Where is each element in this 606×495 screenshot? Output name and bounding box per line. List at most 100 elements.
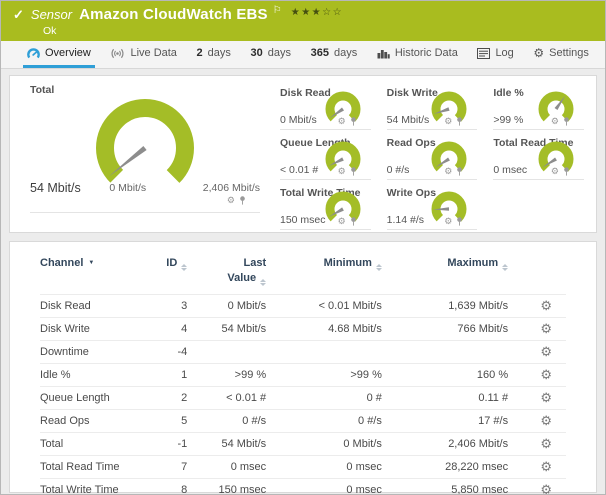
mini-gauge-footer: 0 Mbit/s ⚙ [280, 114, 371, 130]
live-data-icon [110, 48, 125, 59]
cell-id: 5 [145, 409, 187, 432]
sort-icon [260, 279, 266, 286]
channel-gear-icon[interactable]: ⚙ [338, 117, 346, 126]
cell-max [382, 340, 508, 363]
channel-gear-icon[interactable]: ⚙ [444, 167, 452, 176]
gauge-action-icons: ⚙ [551, 117, 570, 126]
cell-channel: Queue Length [40, 386, 145, 409]
channel-gear-icon[interactable]: ⚙ [338, 167, 346, 176]
tab-number: 30 [251, 47, 263, 59]
pin-icon[interactable] [563, 167, 570, 176]
cell-max: 2,406 Mbit/s [382, 432, 508, 455]
cell-actions: ⚙ [508, 317, 566, 340]
tab-historic-data[interactable]: Historic Data [373, 41, 462, 68]
cell-id: 7 [145, 455, 187, 478]
channel-row-disk-write[interactable]: Disk Write454 Mbit/s4.68 Mbit/s766 Mbit/… [40, 317, 566, 340]
channel-row-read-ops[interactable]: Read Ops50 #/s0 #/s17 #/s⚙ [40, 409, 566, 432]
cell-actions: ⚙ [508, 478, 566, 495]
channel-gear-icon[interactable]: ⚙ [227, 196, 235, 205]
channel-row-queue-length[interactable]: Queue Length2< 0.01 #0 #0.11 #⚙ [40, 386, 566, 409]
gauge-write-ops[interactable]: Write Ops1.14 #/s⚙ [387, 184, 478, 234]
col-header-channel[interactable]: Channel▼ [40, 254, 145, 294]
gauge-total[interactable]: Total 54 Mbit/s 0 Mbit/s 2,406 Mbit/s ⚙ [24, 82, 276, 232]
pin-icon[interactable] [456, 217, 463, 226]
mini-gauge-footer: 54 Mbit/s⚙ [387, 114, 478, 130]
tab-365-days[interactable]: 365 days [307, 41, 362, 68]
tab-overview[interactable]: Overview [23, 41, 95, 68]
cell-actions: ⚙ [508, 409, 566, 432]
sort-icon [181, 264, 187, 271]
channel-settings-icon[interactable]: ⚙ [540, 321, 552, 336]
channel-row-total[interactable]: Total-154 Mbit/s0 Mbit/s2,406 Mbit/s⚙ [40, 432, 566, 455]
channel-settings-icon[interactable]: ⚙ [540, 436, 552, 451]
channel-settings-icon[interactable]: ⚙ [540, 298, 552, 313]
cell-channel: Downtime [40, 340, 145, 363]
cell-min: >99 % [266, 363, 382, 386]
pin-icon[interactable] [350, 117, 357, 126]
col-header-maximum[interactable]: Maximum [382, 254, 508, 294]
gauge-read-ops[interactable]: Read Ops0 #/s⚙ [387, 134, 478, 184]
cell-actions: ⚙ [508, 363, 566, 386]
col-header-id[interactable]: ID [145, 254, 187, 294]
channel-settings-icon[interactable]: ⚙ [540, 367, 552, 382]
tab-label: days [208, 47, 231, 59]
gauge-queue-length[interactable]: Queue Length< 0.01 #⚙ [280, 134, 371, 184]
cell-id: -4 [145, 340, 187, 363]
pin-icon[interactable] [239, 196, 246, 205]
cell-max: 0.11 # [382, 386, 508, 409]
pin-icon[interactable] [563, 117, 570, 126]
mini-gauge-value: 0 Mbit/s [280, 114, 317, 126]
tab-live-data[interactable]: Live Data [106, 41, 180, 68]
tab-bar: OverviewLive Data2days30days365daysHisto… [1, 41, 605, 69]
tab-log[interactable]: Log [473, 41, 517, 68]
mini-gauge-value: 150 msec [280, 214, 326, 226]
mini-gauge-value: >99 % [493, 114, 523, 126]
col-header-last-value[interactable]: LastValue [187, 254, 266, 294]
gauge-disk-write[interactable]: Disk Write54 Mbit/s⚙ [387, 84, 478, 134]
channel-row-disk-read[interactable]: Disk Read30 Mbit/s< 0.01 Mbit/s1,639 Mbi… [40, 294, 566, 317]
channel-row-idle[interactable]: Idle %1>99 %>99 %160 %⚙ [40, 363, 566, 386]
cell-last: 54 Mbit/s [187, 432, 266, 455]
tab-label: days [334, 47, 357, 59]
channel-row-downtime[interactable]: Downtime-4 ⚙ [40, 340, 566, 363]
cell-max: 28,220 msec [382, 455, 508, 478]
priority-stars[interactable]: ★★★☆☆ [291, 7, 343, 18]
channel-settings-icon[interactable]: ⚙ [540, 413, 552, 428]
tab-2-days[interactable]: 2days [193, 41, 235, 68]
cell-id: 3 [145, 294, 187, 317]
cell-id: -1 [145, 432, 187, 455]
cell-channel: Total [40, 432, 145, 455]
gauge-total-read-time[interactable]: Total Read Time0 msec⚙ [493, 134, 584, 184]
channel-gear-icon[interactable]: ⚙ [551, 167, 559, 176]
channel-settings-icon[interactable]: ⚙ [540, 482, 552, 495]
channel-gear-icon[interactable]: ⚙ [444, 217, 452, 226]
pin-icon[interactable] [350, 167, 357, 176]
mini-gauge-value: 0 msec [493, 164, 527, 176]
pin-icon[interactable] [350, 217, 357, 226]
gauge-idle[interactable]: Idle %>99 %⚙ [493, 84, 584, 134]
gauge-disk-read[interactable]: Disk Read0 Mbit/s⚙ [280, 84, 371, 134]
channel-gear-icon[interactable]: ⚙ [444, 117, 452, 126]
channel-gear-icon[interactable]: ⚙ [338, 217, 346, 226]
gauge-icon [27, 47, 40, 59]
gauge-total-write-time[interactable]: Total Write Time150 msec⚙ [280, 184, 371, 234]
cell-min: 0 # [266, 386, 382, 409]
tab-number: 365 [311, 47, 329, 59]
cell-last: 0 msec [187, 455, 266, 478]
channel-row-total-read-time[interactable]: Total Read Time70 msec0 msec28,220 msec⚙ [40, 455, 566, 478]
tab-settings[interactable]: ⚙Settings [529, 41, 593, 68]
col-header-actions [508, 254, 566, 294]
pin-icon[interactable] [456, 167, 463, 176]
channel-settings-icon[interactable]: ⚙ [540, 344, 552, 359]
cell-last: < 0.01 # [187, 386, 266, 409]
channel-gear-icon[interactable]: ⚙ [551, 117, 559, 126]
log-icon [477, 48, 490, 59]
channel-settings-icon[interactable]: ⚙ [540, 459, 552, 474]
flag-icon[interactable]: ⚐ [273, 5, 282, 16]
channel-settings-icon[interactable]: ⚙ [540, 390, 552, 405]
gauge-total-min-label: 0 Mbit/s [99, 181, 157, 194]
pin-icon[interactable] [456, 117, 463, 126]
channel-row-total-write-time[interactable]: Total Write Time8150 msec0 msec5,850 mse… [40, 478, 566, 495]
tab-30-days[interactable]: 30days [247, 41, 296, 68]
col-header-minimum[interactable]: Minimum [266, 254, 382, 294]
